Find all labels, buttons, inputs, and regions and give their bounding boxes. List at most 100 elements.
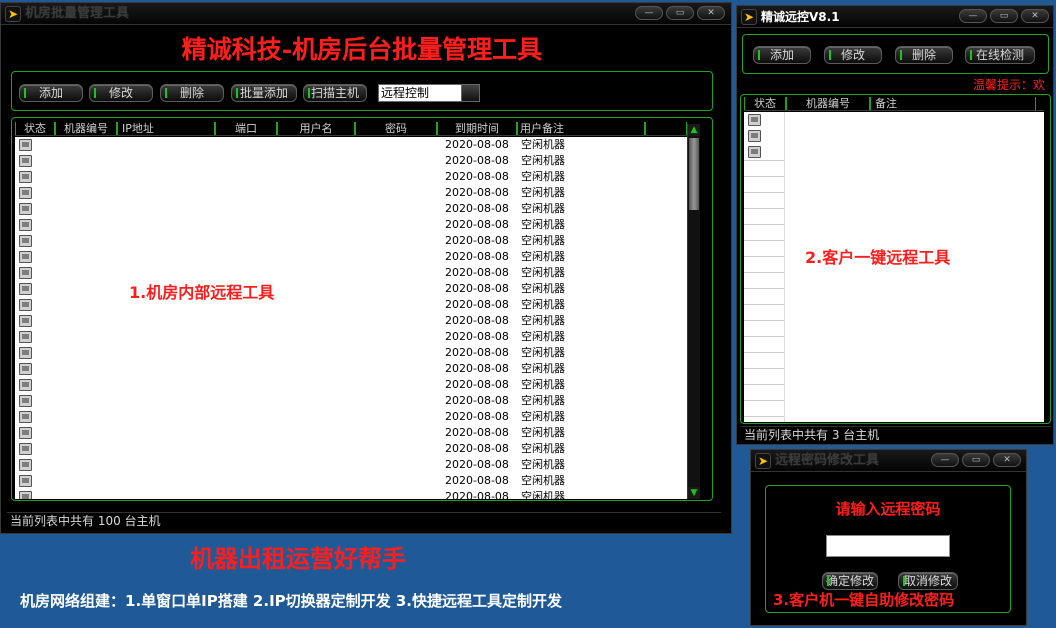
password-titlebar[interactable]: ➤ 远程密码修改工具 — ▭ ✕ [751, 450, 1026, 472]
cell-expire-date: 2020-08-08 [445, 458, 509, 471]
cell-user-note: 空闲机器 [521, 474, 565, 487]
cell-user-note: 空闲机器 [521, 218, 565, 231]
maximize-button[interactable]: ▭ [962, 453, 990, 467]
table-row[interactable]: 2020-08-08 空闲机器 [15, 489, 687, 499]
table-row[interactable]: 2020-08-08 空闲机器 [15, 169, 687, 185]
delete-button[interactable]: 删除 [160, 84, 224, 102]
empty-row-line [744, 352, 784, 353]
cell-expire-date: 2020-08-08 [445, 186, 509, 199]
remote-mode-select[interactable]: 远程控制 [378, 84, 480, 102]
table-row[interactable]: 2020-08-08 空闲机器 [15, 281, 687, 297]
password-input[interactable] [826, 535, 950, 557]
table-row[interactable]: 2020-08-08 空闲机器 [15, 297, 687, 313]
delete-button[interactable]: 删除 [895, 46, 953, 64]
close-button[interactable]: ✕ [1021, 9, 1049, 23]
table-row[interactable]: 2020-08-08 空闲机器 [15, 361, 687, 377]
remote-titlebar[interactable]: ➤ 精诚远控V8.1 — ▭ ✕ [737, 6, 1053, 28]
maximize-button[interactable]: ▭ [666, 6, 694, 20]
cell-expire-date: 2020-08-08 [445, 250, 509, 263]
table-row[interactable]: 2020-08-08 空闲机器 [15, 249, 687, 265]
edit-button[interactable]: 修改 [824, 46, 882, 64]
cell-expire-date: 2020-08-08 [445, 314, 509, 327]
table-row[interactable]: 2020-08-08 空闲机器 [15, 185, 687, 201]
empty-row-line [744, 208, 784, 209]
empty-row-line [744, 272, 784, 273]
table-row[interactable]: 2020-08-08 空闲机器 [15, 265, 687, 281]
col-password[interactable]: 密码 [355, 122, 437, 135]
cell-expire-date: 2020-08-08 [445, 346, 509, 359]
col-status[interactable]: 状态 [15, 122, 55, 135]
cell-user-note: 空闲机器 [521, 154, 565, 167]
table-row[interactable]: 2020-08-08 空闲机器 [15, 425, 687, 441]
cell-expire-date: 2020-08-08 [445, 394, 509, 407]
minimize-button[interactable]: — [959, 9, 987, 23]
cell-expire-date: 2020-08-08 [445, 426, 509, 439]
col-machine-id[interactable]: 机器编号 [55, 122, 117, 135]
table-row[interactable]: 2020-08-08 空闲机器 [15, 473, 687, 489]
online-check-button[interactable]: 在线检测 [965, 46, 1035, 64]
cell-expire-date: 2020-08-08 [445, 410, 509, 423]
list-item[interactable] [744, 112, 1044, 128]
confirm-change-button[interactable]: 确定修改 [822, 572, 878, 590]
table-row[interactable]: 2020-08-08 空闲机器 [15, 313, 687, 329]
cell-user-note: 空闲机器 [521, 234, 565, 247]
remote-status-bar: 当前列表中共有 3 台主机 [741, 426, 1051, 442]
empty-row-line [744, 368, 784, 369]
edit-button[interactable]: 修改 [89, 84, 153, 102]
password-window-title: 远程密码修改工具 [775, 453, 880, 468]
empty-row-line [744, 224, 784, 225]
maximize-button[interactable]: ▭ [990, 9, 1018, 23]
add-button[interactable]: 添加 [753, 46, 811, 64]
scan-host-button[interactable]: 扫描主机 [303, 84, 367, 102]
close-button[interactable]: ✕ [697, 6, 725, 20]
col-expire[interactable]: 到期时间 [437, 122, 517, 135]
list-item[interactable] [744, 144, 1044, 160]
table-row[interactable]: 2020-08-08 空闲机器 [15, 153, 687, 169]
list-item[interactable] [744, 128, 1044, 144]
col-note[interactable]: 备注 [870, 97, 1036, 110]
col-note[interactable]: 用户备注 [517, 122, 645, 135]
app-logo-icon: ➤ [755, 453, 771, 469]
scroll-down-icon[interactable]: ▼ [688, 487, 700, 499]
col-machine-id[interactable]: 机器编号 [786, 97, 870, 110]
scroll-thumb[interactable] [689, 138, 699, 210]
table-row[interactable]: 2020-08-08 空闲机器 [15, 409, 687, 425]
scroll-up-icon[interactable]: ▲ [688, 124, 700, 136]
table-row[interactable]: 2020-08-08 空闲机器 [15, 233, 687, 249]
host-list-scrollbar[interactable]: ▲ ▼ [687, 124, 700, 499]
empty-row-line [744, 288, 784, 289]
table-row[interactable]: 2020-08-08 空闲机器 [15, 393, 687, 409]
minimize-button[interactable]: — [931, 453, 959, 467]
main-titlebar[interactable]: ➤ 机房批量管理工具 — ▭ ✕ [1, 3, 731, 25]
table-row[interactable]: 2020-08-08 空闲机器 [15, 441, 687, 457]
table-row[interactable]: 2020-08-08 空闲机器 [15, 377, 687, 393]
monitor-icon [19, 155, 32, 167]
host-list-body[interactable]: 2020-08-08 空闲机器 2020-08-08 空闲机器 2020-08-08 空闲… [15, 137, 687, 499]
table-row[interactable]: 2020-08-08 空闲机器 [15, 457, 687, 473]
minimize-button[interactable]: — [635, 6, 663, 20]
cell-expire-date: 2020-08-08 [445, 442, 509, 455]
col-port[interactable]: 端口 [215, 122, 277, 135]
dropdown-arrow-icon[interactable] [461, 85, 479, 101]
table-row[interactable]: 2020-08-08 空闲机器 [15, 345, 687, 361]
close-button[interactable]: ✕ [993, 453, 1021, 467]
table-row[interactable]: 2020-08-08 空闲机器 [15, 329, 687, 345]
cell-user-note: 空闲机器 [521, 410, 565, 423]
table-row[interactable]: 2020-08-08 空闲机器 [15, 137, 687, 153]
add-button[interactable]: 添加 [19, 84, 83, 102]
cell-expire-date: 2020-08-08 [445, 138, 509, 151]
col-status[interactable]: 状态 [744, 97, 786, 110]
cell-user-note: 空闲机器 [521, 378, 565, 391]
empty-row-line [744, 256, 784, 257]
col-ip[interactable]: IP地址 [117, 122, 215, 135]
table-row[interactable]: 2020-08-08 空闲机器 [15, 201, 687, 217]
batch-add-button[interactable]: 批量添加 [231, 84, 297, 102]
cell-expire-date: 2020-08-08 [445, 474, 509, 487]
table-row[interactable]: 2020-08-08 空闲机器 [15, 217, 687, 233]
remote-list-header: 状态 机器编号 备注 [744, 97, 1044, 111]
cancel-change-button[interactable]: 取消修改 [898, 572, 958, 590]
password-prompt: 请输入远程密码 [835, 500, 941, 518]
col-username[interactable]: 用户名 [277, 122, 355, 135]
cell-user-note: 空闲机器 [521, 346, 565, 359]
cell-expire-date: 2020-08-08 [445, 362, 509, 375]
